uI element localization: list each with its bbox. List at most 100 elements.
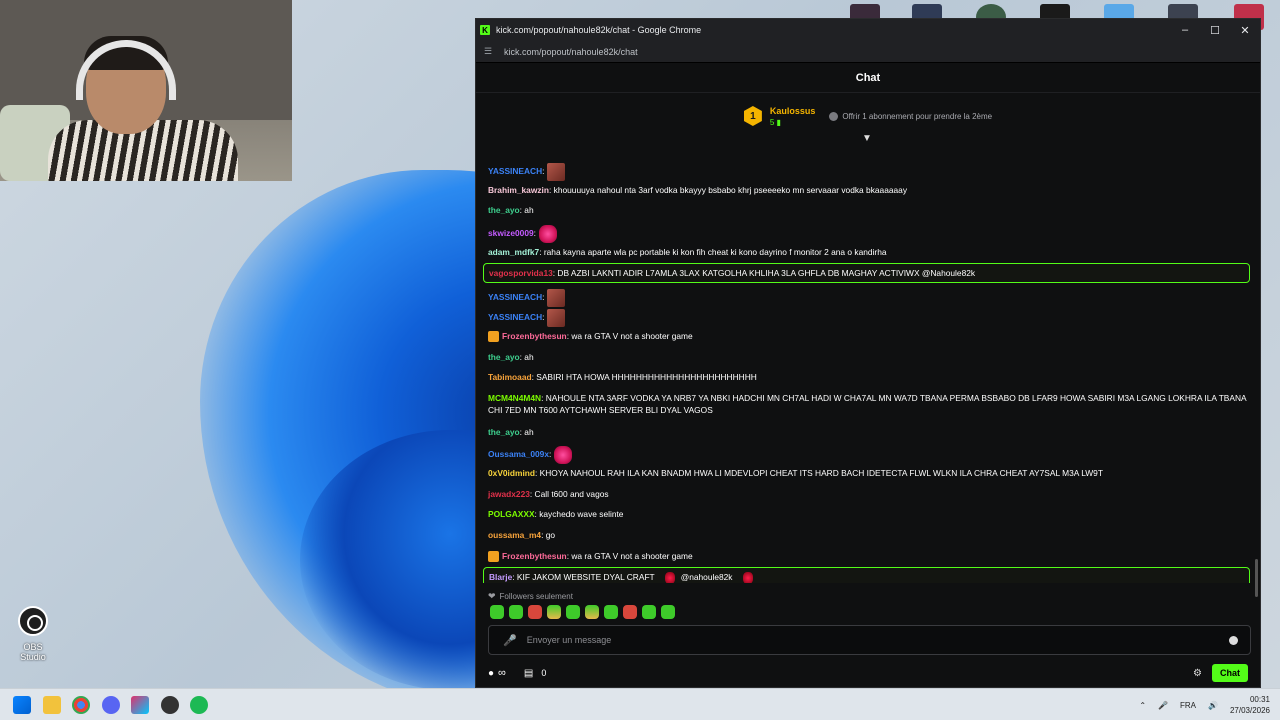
- chat-username[interactable]: 0xV0idmind: [488, 468, 535, 478]
- quick-emote[interactable]: [585, 605, 599, 619]
- kick-favicon-icon: K: [480, 25, 490, 35]
- chat-username[interactable]: YASSINEACH: [488, 292, 542, 302]
- app-icon[interactable]: [131, 696, 149, 714]
- chat-settings-gear-icon[interactable]: ⚙: [1193, 668, 1202, 679]
- chat-header: Chat: [476, 63, 1260, 93]
- store-icon[interactable]: ▤: [524, 668, 533, 679]
- chat-message-text: KHOYA NAHOUL RAH ILA KAN BNADM HWA LI MD…: [537, 468, 1103, 478]
- chat-username[interactable]: POLGAXXX: [488, 509, 535, 519]
- chat-username[interactable]: adam_mdfk7: [488, 247, 539, 257]
- obs-icon: [18, 606, 48, 636]
- emote-image[interactable]: [742, 571, 753, 583]
- emote-image[interactable]: [547, 289, 566, 307]
- emote-image[interactable]: [547, 309, 566, 327]
- chat-separator: :: [542, 292, 545, 303]
- gift-offer[interactable]: Offrir 1 abonnement pour prendre la 2ème: [829, 111, 992, 121]
- emote-image[interactable]: [554, 446, 573, 464]
- clock[interactable]: 00:31 27/03/2026: [1230, 694, 1270, 716]
- quick-emote[interactable]: [661, 605, 675, 619]
- chat-username[interactable]: Oussama_009x: [488, 449, 549, 459]
- volume-icon[interactable]: 🔊: [1208, 701, 1218, 710]
- language-indicator[interactable]: FRA: [1180, 701, 1196, 710]
- chat-username[interactable]: oussama_m4: [488, 530, 541, 540]
- chat-separator: :: [549, 449, 552, 460]
- chrome-taskbar-icon[interactable]: [72, 696, 90, 714]
- system-tray: ⌃ 🎤 FRA 🔊 00:31 27/03/2026: [1139, 689, 1270, 720]
- chat-username[interactable]: skwize0009: [488, 228, 534, 238]
- emote-image[interactable]: [547, 163, 566, 181]
- top-gifter[interactable]: Kaulossus 5 ▮: [770, 106, 816, 127]
- message-input[interactable]: 🎤 Envoyer un message: [488, 625, 1251, 655]
- emote-image[interactable]: [538, 225, 557, 243]
- chat-message-text: KIF JAKOM WEBSITE DYAL CRAFT: [514, 572, 655, 582]
- start-button-icon[interactable]: [13, 696, 31, 714]
- chat-username[interactable]: Frozenbythesun: [502, 331, 567, 341]
- obs-taskbar-icon[interactable]: [161, 696, 179, 714]
- user-badge-icon: [488, 551, 499, 563]
- chat-message: Brahim_kawzin: khouuuuya nahoul nta 3arf…: [488, 184, 1250, 196]
- quick-emote[interactable]: [547, 605, 561, 619]
- chat-message-text: kaychedo wave selinte: [536, 509, 624, 519]
- chat-username[interactable]: Tabimoaad: [488, 372, 532, 382]
- quick-emote[interactable]: [566, 605, 580, 619]
- chat-message: the_ayo: ah: [488, 426, 1250, 438]
- user-badge-icon: [488, 331, 499, 343]
- quick-emote[interactable]: [490, 605, 504, 619]
- file-explorer-icon[interactable]: [43, 696, 61, 714]
- chat-username[interactable]: YASSINEACH: [488, 166, 542, 176]
- chat-username[interactable]: MCM4N4M4N: [488, 393, 541, 403]
- highlighted-chat-message: Blarje: KIF JAKOM WEBSITE DYAL CRAFT @nah…: [483, 567, 1250, 583]
- chat-username[interactable]: the_ayo: [488, 205, 520, 215]
- chat-username[interactable]: Frozenbythesun: [502, 551, 567, 561]
- chat-scrollbar[interactable]: [1255, 559, 1258, 597]
- microphone-icon[interactable]: 🎤: [503, 634, 517, 647]
- desktop-icon-obs[interactable]: OBS Studio: [10, 606, 56, 662]
- chat-message: the_ayo: ah: [488, 351, 1250, 363]
- microphone-tray-icon[interactable]: 🎤: [1158, 701, 1168, 710]
- quick-emote[interactable]: [604, 605, 618, 619]
- chat-username[interactable]: YASSINEACH: [488, 312, 542, 322]
- followers-only-text: Followers seulement: [499, 592, 573, 601]
- emoji-picker-icon[interactable]: [1229, 635, 1238, 645]
- chat-message: MCM4N4M4N: NAHOULE NTA 3ARF VODKA YA NRB…: [488, 392, 1250, 416]
- spotify-icon[interactable]: [190, 696, 208, 714]
- chat-username[interactable]: vagosporvida13: [489, 268, 553, 278]
- gift-leaderboard: 1 Kaulossus 5 ▮ Offrir 1 abonnement pour…: [476, 93, 1260, 144]
- maximize-button[interactable]: ☐: [1200, 24, 1230, 37]
- mention-text[interactable]: @nahoule82k: [681, 572, 733, 582]
- scroll-to-bottom-icon[interactable]: ▼: [862, 133, 872, 144]
- taskbar: ⌃ 🎤 FRA 🔊 00:31 27/03/2026: [0, 688, 1280, 720]
- chat-username[interactable]: the_ayo: [488, 427, 520, 437]
- channel-points-icon[interactable]: ●: [488, 668, 494, 679]
- chat-message: adam_mdfk7: raha kayna aparte wla pc por…: [488, 246, 1250, 258]
- chat-username[interactable]: Blarje: [489, 572, 512, 582]
- chat-username[interactable]: the_ayo: [488, 352, 520, 362]
- desktop-icon-label: OBS Studio: [20, 642, 46, 662]
- address-bar[interactable]: ☰ kick.com/popout/nahoule82k/chat: [476, 41, 1260, 63]
- quick-emote[interactable]: [642, 605, 656, 619]
- chat-message-text: Call t600 and vagos: [532, 489, 609, 499]
- quick-emote[interactable]: [623, 605, 637, 619]
- quick-emote[interactable]: [528, 605, 542, 619]
- chat-username[interactable]: Brahim_kawzin: [488, 185, 549, 195]
- chat-message-text: go: [543, 530, 556, 540]
- chat-message: Oussama_009x:: [488, 446, 1250, 464]
- quick-emote[interactable]: [509, 605, 523, 619]
- window-titlebar[interactable]: K kick.com/popout/nahoule82k/chat - Goog…: [476, 19, 1260, 41]
- discord-icon[interactable]: [102, 696, 120, 714]
- url-text[interactable]: kick.com/popout/nahoule82k/chat: [504, 47, 638, 57]
- chevron-up-icon[interactable]: ⌃: [1139, 701, 1146, 710]
- chat-message: POLGAXXX: kaychedo wave selinte: [488, 508, 1250, 520]
- rank-badge-icon: 1: [743, 106, 762, 126]
- close-button[interactable]: ✕: [1230, 24, 1260, 37]
- quick-emote-row: [490, 605, 675, 619]
- emote-image[interactable]: [664, 571, 675, 583]
- minimize-button[interactable]: –: [1170, 24, 1200, 36]
- chat-username[interactable]: jawadx223: [488, 489, 530, 499]
- chat-message: jawadx223: Call t600 and vagos: [488, 488, 1250, 500]
- send-chat-button[interactable]: Chat: [1212, 664, 1248, 682]
- site-settings-icon[interactable]: ☰: [484, 46, 498, 57]
- chat-separator: :: [542, 312, 545, 323]
- chat-message: Frozenbythesun: wa ra GTA V not a shoote…: [488, 550, 1250, 563]
- gift-icon: [829, 111, 839, 121]
